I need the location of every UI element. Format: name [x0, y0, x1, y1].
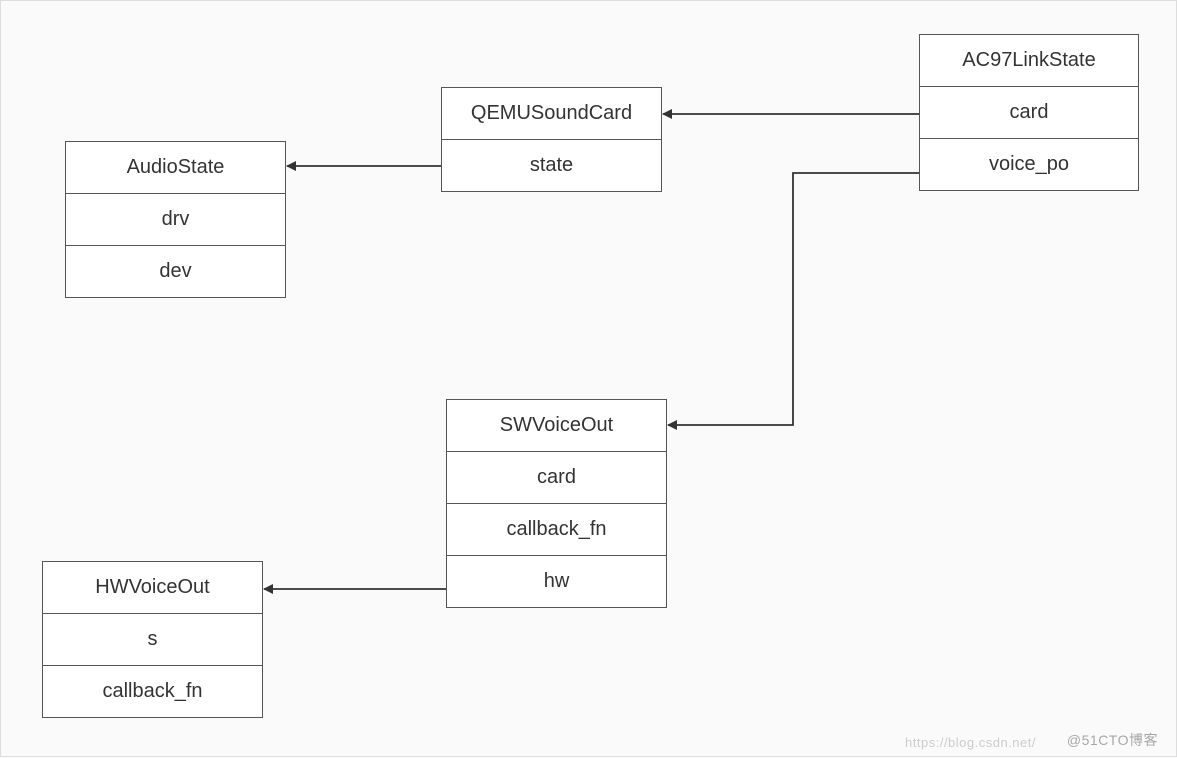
- box-field: callback_fn: [43, 666, 262, 717]
- box-hwvoiceout: HWVoiceOut s callback_fn: [42, 561, 263, 718]
- box-title: QEMUSoundCard: [442, 88, 661, 140]
- watermark-csdn: https://blog.csdn.net/: [905, 735, 1036, 750]
- box-field: hw: [447, 556, 666, 607]
- box-field: state: [442, 140, 661, 191]
- box-audiostate: AudioState drv dev: [65, 141, 286, 298]
- box-field: dev: [66, 246, 285, 297]
- box-field: card: [447, 452, 666, 504]
- box-field: voice_po: [920, 139, 1138, 190]
- arrow-ac97-to-swvoiceout: [668, 173, 919, 425]
- box-title: HWVoiceOut: [43, 562, 262, 614]
- box-swvoiceout: SWVoiceOut card callback_fn hw: [446, 399, 667, 608]
- box-field: s: [43, 614, 262, 666]
- box-title: AC97LinkState: [920, 35, 1138, 87]
- box-qemusoundcard: QEMUSoundCard state: [441, 87, 662, 192]
- box-field: card: [920, 87, 1138, 139]
- box-title: SWVoiceOut: [447, 400, 666, 452]
- box-title: AudioState: [66, 142, 285, 194]
- box-ac97linkstate: AC97LinkState card voice_po: [919, 34, 1139, 191]
- watermark-51cto: @51CTO博客: [1067, 730, 1158, 750]
- box-field: callback_fn: [447, 504, 666, 556]
- box-field: drv: [66, 194, 285, 246]
